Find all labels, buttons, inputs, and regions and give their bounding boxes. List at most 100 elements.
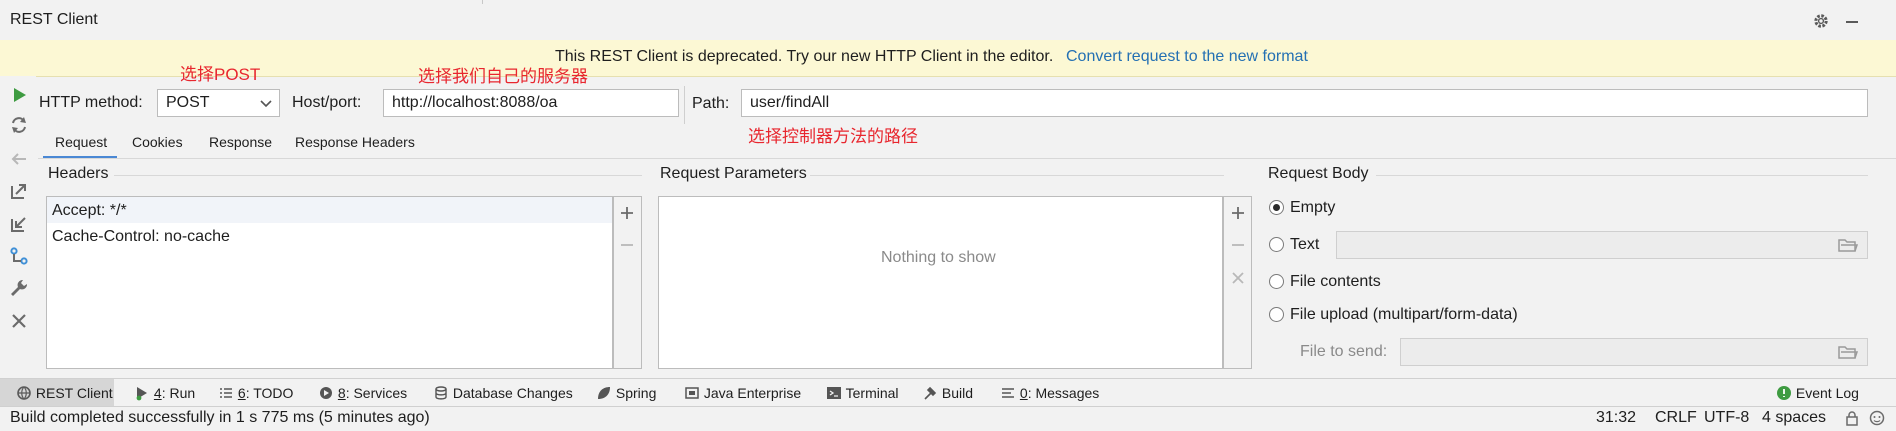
tab-request[interactable]: Request bbox=[55, 134, 107, 150]
request-body-title: Request Body bbox=[1268, 165, 1369, 182]
header-row-cache-control: Cache-Control: no-cache bbox=[52, 228, 230, 245]
file-encoding[interactable]: UTF-8 bbox=[1704, 409, 1749, 427]
line-separator[interactable]: CRLF bbox=[1655, 409, 1697, 427]
settings-gear-icon[interactable] bbox=[1812, 12, 1830, 30]
path-input[interactable]: user/findAll bbox=[741, 89, 1868, 117]
toolwindow-run-label: : Run bbox=[161, 385, 196, 401]
folder-browse-icon[interactable] bbox=[1838, 237, 1858, 253]
tool-window-header: REST Client bbox=[0, 0, 1896, 41]
toolwindow-java-enterprise[interactable]: Java Enterprise bbox=[684, 383, 801, 403]
close-icon[interactable] bbox=[8, 310, 30, 332]
path-label: Path: bbox=[692, 95, 730, 112]
database-icon bbox=[435, 386, 447, 400]
toolwindow-spring[interactable]: Spring bbox=[596, 383, 656, 403]
radio-file-contents[interactable] bbox=[1269, 274, 1284, 289]
toolwindow-rest-client-label: REST Client bbox=[35, 385, 113, 401]
toolwindow-java-enterprise-label: Java Enterprise bbox=[703, 385, 802, 401]
request-parameters-title: Request Parameters bbox=[660, 165, 807, 182]
headers-title-line bbox=[114, 175, 642, 176]
annotation-select-path: 选择控制器方法的路径 bbox=[748, 127, 918, 146]
terminal-icon bbox=[827, 387, 841, 399]
toolwindow-todo-mnemonic: 6 bbox=[237, 385, 246, 401]
empty-state-text: Nothing to show bbox=[881, 249, 996, 266]
active-tab-indicator bbox=[43, 156, 117, 158]
import-request-icon[interactable] bbox=[8, 213, 30, 235]
top-divider bbox=[482, 0, 483, 4]
toolwindow-todo-label: : TODO bbox=[245, 385, 294, 401]
toolwindow-spring-label: Spring bbox=[615, 385, 657, 401]
toolwindow-run[interactable]: 4: Run bbox=[134, 383, 195, 403]
toolwindow-rest-client[interactable]: REST Client bbox=[16, 383, 113, 403]
tool-window-title: REST Client bbox=[10, 11, 98, 28]
back-arrow-icon[interactable] bbox=[8, 148, 30, 170]
spring-leaf-icon bbox=[598, 387, 610, 399]
todo-list-icon bbox=[220, 388, 232, 398]
toolwindow-build-label: Build bbox=[941, 385, 974, 401]
folder-browse-icon[interactable] bbox=[1838, 344, 1858, 360]
radio-text-label[interactable]: Text bbox=[1290, 236, 1319, 254]
radio-file-contents-label[interactable]: File contents bbox=[1290, 273, 1381, 291]
table-row[interactable]: Cache-Control: no-cache bbox=[47, 223, 612, 249]
replace-refresh-icon[interactable] bbox=[8, 114, 30, 136]
toolwindow-run-mnemonic: 4 bbox=[153, 385, 162, 401]
export-request-icon[interactable] bbox=[8, 180, 30, 202]
toolwindow-build[interactable]: Build bbox=[922, 383, 973, 403]
event-log-icon bbox=[1777, 386, 1791, 400]
generate-auth-icon[interactable] bbox=[8, 245, 30, 267]
tab-response-headers[interactable]: Response Headers bbox=[295, 134, 415, 150]
host-port-input[interactable]: http://localhost:8088/oa bbox=[383, 89, 679, 117]
radio-empty[interactable] bbox=[1269, 200, 1284, 215]
radio-file-upload-label[interactable]: File upload (multipart/form-data) bbox=[1290, 306, 1518, 324]
deprecation-banner: This REST Client is deprecated. Try our … bbox=[0, 40, 1896, 77]
headers-table[interactable]: Accept: */* Cache-Control: no-cache bbox=[46, 196, 613, 369]
toolwindow-messages[interactable]: 0: Messages bbox=[1000, 383, 1099, 403]
annotation-select-server: 选择我们自己的服务器 bbox=[418, 67, 588, 86]
status-message[interactable]: Build completed successfully in 1 s 775 … bbox=[10, 409, 430, 427]
hide-minimize-icon[interactable] bbox=[1843, 12, 1861, 30]
indent-setting[interactable]: 4 spaces bbox=[1762, 409, 1826, 427]
inspector-face-icon[interactable] bbox=[1868, 410, 1886, 426]
run-request-icon[interactable] bbox=[8, 84, 30, 106]
rest-client-globe-icon bbox=[17, 386, 31, 400]
toolwindow-database-changes[interactable]: Database Changes bbox=[433, 383, 573, 403]
params-title-line bbox=[810, 175, 1224, 176]
http-method-label: HTTP method: bbox=[39, 94, 143, 111]
caret-position[interactable]: 31:32 bbox=[1596, 409, 1636, 427]
http-method-select[interactable]: POST bbox=[157, 89, 280, 117]
toolwindow-todo[interactable]: 6: TODO bbox=[218, 383, 293, 403]
host-port-label: Host/port: bbox=[292, 94, 362, 111]
convert-request-link[interactable]: Convert request to the new format bbox=[1066, 48, 1308, 66]
toolwindow-services[interactable]: 8: Services bbox=[318, 383, 407, 403]
body-text-field[interactable] bbox=[1336, 231, 1868, 259]
settings-wrench-icon[interactable] bbox=[8, 277, 30, 299]
toolwindow-database-changes-label: Database Changes bbox=[452, 385, 573, 401]
tab-strip-border bbox=[38, 158, 1896, 159]
toolwindow-event-log[interactable]: Event Log bbox=[1776, 383, 1859, 403]
table-row-selected[interactable]: Accept: */* bbox=[47, 197, 612, 223]
banner-message: This REST Client is deprecated. Try our … bbox=[555, 48, 1054, 65]
services-icon bbox=[320, 387, 332, 399]
radio-empty-label[interactable]: Empty bbox=[1290, 199, 1335, 217]
header-row-accept: Accept: */* bbox=[52, 202, 127, 219]
headers-title: Headers bbox=[48, 165, 109, 182]
remove-header-minus-icon[interactable] bbox=[618, 236, 636, 254]
remove-parameter-minus-icon[interactable] bbox=[1229, 236, 1247, 254]
tab-cookies[interactable]: Cookies bbox=[132, 134, 183, 150]
add-header-plus-icon[interactable] bbox=[618, 204, 636, 222]
annotation-select-post: 选择POST bbox=[180, 65, 261, 84]
toolwindow-services-mnemonic: 8 bbox=[337, 385, 346, 401]
toolwindow-terminal[interactable]: Terminal bbox=[826, 383, 899, 403]
file-to-send-field[interactable] bbox=[1400, 338, 1868, 366]
toolwindow-messages-label: : Messages bbox=[1027, 385, 1100, 401]
radio-text[interactable] bbox=[1269, 237, 1284, 252]
tab-response[interactable]: Response bbox=[209, 134, 272, 150]
lock-icon[interactable] bbox=[1844, 410, 1860, 426]
radio-file-upload[interactable] bbox=[1269, 307, 1284, 322]
build-hammer-icon bbox=[924, 386, 937, 400]
add-parameter-plus-icon[interactable] bbox=[1229, 204, 1247, 222]
toolwindow-event-log-label: Event Log bbox=[1795, 385, 1859, 401]
body-title-line bbox=[1376, 175, 1868, 176]
clear-parameters-x-icon[interactable] bbox=[1229, 269, 1247, 287]
request-parameters-table[interactable]: Nothing to show bbox=[658, 196, 1223, 369]
toolwindow-services-label: : Services bbox=[345, 385, 408, 401]
